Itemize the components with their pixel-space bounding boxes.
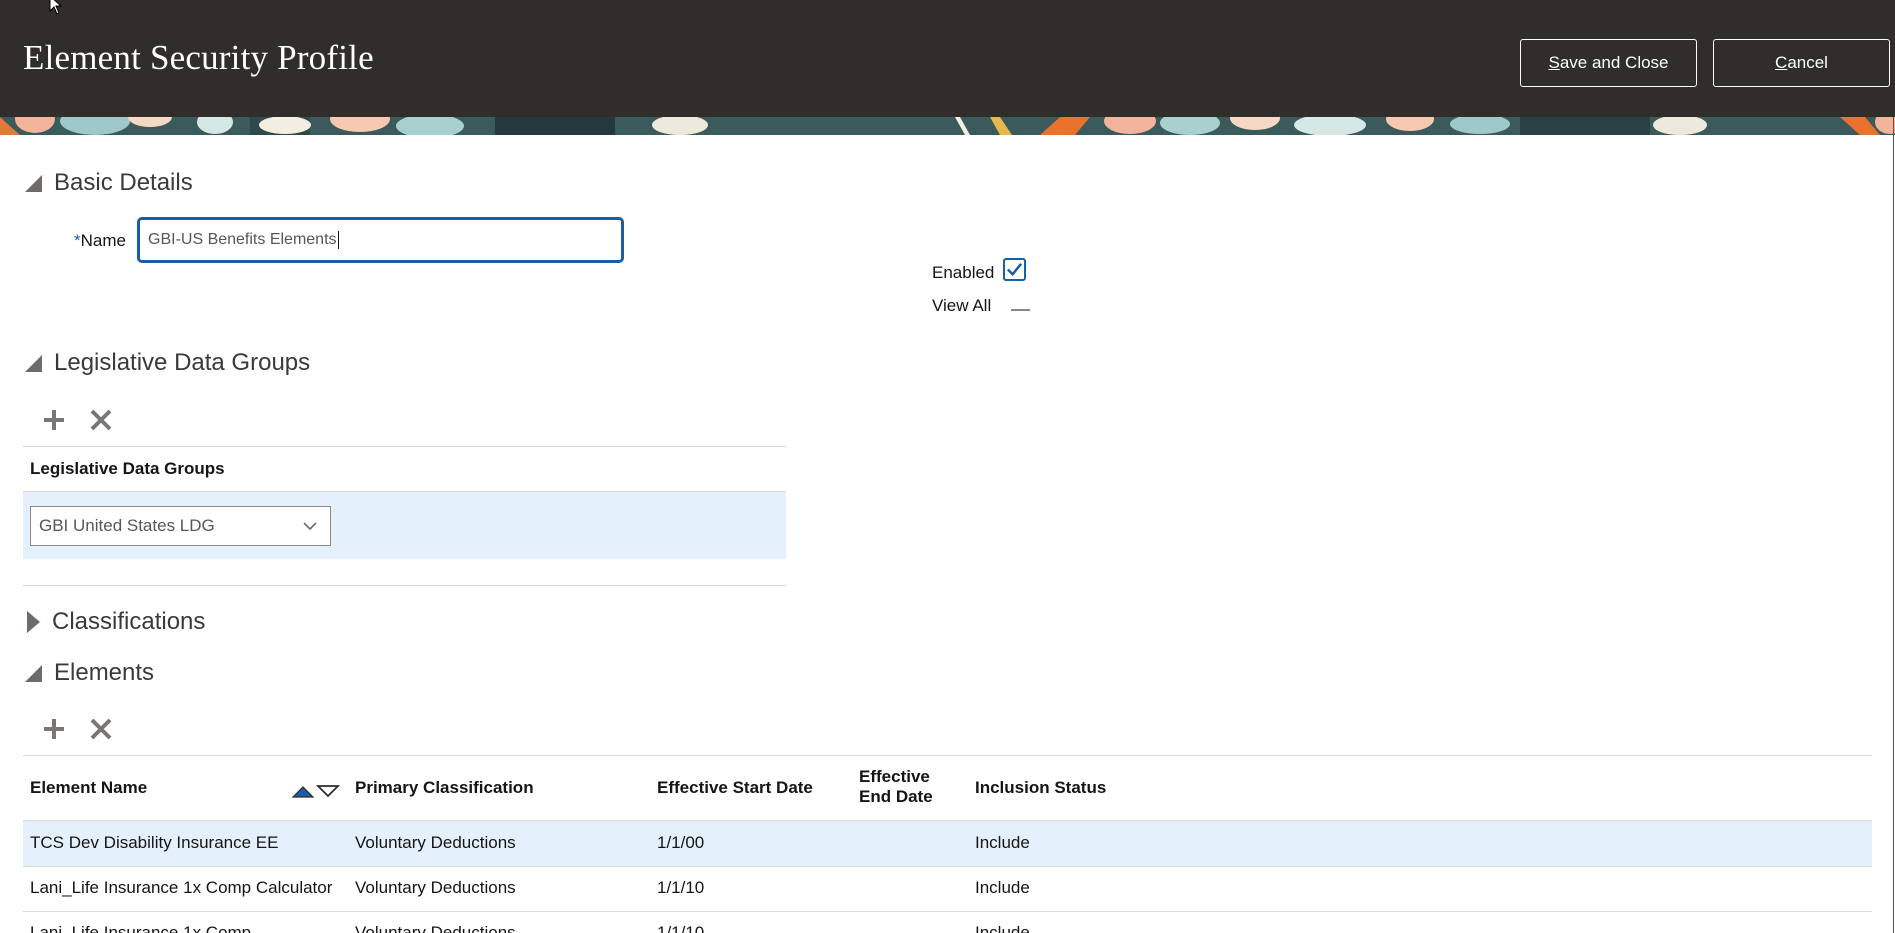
inclusion-status-cell: Include (975, 833, 1030, 852)
legislative-data-groups-section-toggle[interactable]: Legislative Data Groups (25, 349, 310, 377)
primary-classification-cell: Voluntary Deductions (355, 878, 516, 897)
divider (23, 446, 786, 447)
table-row[interactable]: Lani_Life Insurance 1x Comp Voluntary De… (23, 911, 1872, 933)
save-and-close-button[interactable]: Save and Close (1520, 39, 1697, 87)
page-title: Element Security Profile (23, 38, 374, 77)
plus-icon (44, 719, 64, 739)
ldg-select-value: GBI United States LDG (39, 516, 215, 535)
cancel-accesskey-char: C (1775, 53, 1788, 72)
column-header-inclusion-status[interactable]: Inclusion Status (975, 778, 1106, 798)
classifications-section-toggle[interactable]: Classifications (27, 608, 205, 636)
effective-end-date-line1: Effective (859, 767, 930, 786)
add-ldg-button[interactable] (40, 406, 68, 434)
primary-classification-cell: Voluntary Deductions (355, 923, 516, 933)
checkmark-icon (1006, 263, 1023, 277)
sort-descending-icon[interactable] (315, 785, 341, 798)
mouse-cursor-icon (49, 0, 63, 15)
x-icon (90, 718, 112, 740)
table-row[interactable]: TCS Dev Disability Insurance EE Voluntar… (23, 821, 1872, 866)
collapse-triangle-icon (25, 664, 42, 682)
ldg-select[interactable]: GBI United States LDG (30, 506, 331, 546)
element-name-cell: Lani_Life Insurance 1x Comp Calculator (30, 878, 333, 897)
effective-start-date-cell: 1/1/10 (657, 878, 705, 897)
column-header-primary-classification[interactable]: Primary Classification (355, 778, 534, 798)
column-header-element-name[interactable]: Element Name (30, 778, 147, 798)
enabled-checkbox[interactable] (1003, 258, 1026, 281)
collapse-triangle-icon (25, 354, 42, 372)
name-label-text: Name (80, 231, 126, 250)
elements-section-toggle[interactable]: Elements (25, 659, 154, 687)
expand-triangle-icon (27, 611, 40, 633)
required-marker: * (74, 231, 81, 250)
cancel-label-rest: ancel (1787, 53, 1828, 72)
basic-details-section-toggle[interactable]: Basic Details (25, 169, 193, 197)
sort-controls (291, 785, 341, 798)
inclusion-status-cell: Include (975, 923, 1030, 933)
text-caret (337, 231, 339, 249)
divider (23, 755, 1872, 756)
name-field-label: *Name (74, 231, 126, 251)
effective-end-date-line2: End Date (859, 787, 933, 806)
plus-icon (44, 410, 64, 430)
save-accesskey-char: S (1548, 53, 1560, 72)
name-input[interactable]: GBI-US Benefits Elements (137, 217, 624, 263)
collapse-triangle-icon (25, 174, 42, 192)
column-header-effective-start-date[interactable]: Effective Start Date (657, 778, 813, 798)
divider (23, 585, 786, 586)
enabled-label: Enabled (932, 263, 995, 282)
view-all-label: View All (932, 296, 992, 315)
x-icon (90, 409, 112, 431)
view-all-value-empty (1011, 309, 1030, 311)
primary-classification-cell: Voluntary Deductions (355, 833, 516, 852)
classifications-heading: Classifications (52, 608, 206, 635)
delete-element-button[interactable] (87, 715, 115, 743)
effective-start-date-cell: 1/1/10 (657, 923, 705, 933)
elements-heading: Elements (54, 659, 155, 686)
basic-details-heading: Basic Details (54, 169, 193, 196)
add-element-button[interactable] (40, 715, 68, 743)
sort-ascending-icon[interactable] (291, 786, 315, 798)
element-name-cell: Lani_Life Insurance 1x Comp (30, 923, 252, 933)
inclusion-status-cell: Include (975, 878, 1030, 897)
effective-start-date-cell: 1/1/00 (657, 833, 705, 852)
chevron-down-icon (303, 522, 317, 531)
page-header: Element Security Profile Save and Close … (0, 0, 1895, 117)
name-input-value: GBI-US Benefits Elements (148, 231, 337, 248)
decorative-banner (0, 117, 1895, 135)
window-edge (1893, 117, 1894, 933)
ldg-column-header: Legislative Data Groups (30, 459, 225, 478)
cancel-button[interactable]: Cancel (1713, 39, 1890, 87)
legislative-data-groups-heading: Legislative Data Groups (54, 349, 311, 376)
table-row[interactable]: Lani_Life Insurance 1x Comp Calculator V… (23, 866, 1872, 911)
element-name-cell: TCS Dev Disability Insurance EE (30, 833, 279, 852)
delete-ldg-button[interactable] (87, 406, 115, 434)
save-label-rest: ave and Close (1559, 53, 1669, 72)
column-header-effective-end-date[interactable]: Effective End Date (859, 767, 933, 807)
